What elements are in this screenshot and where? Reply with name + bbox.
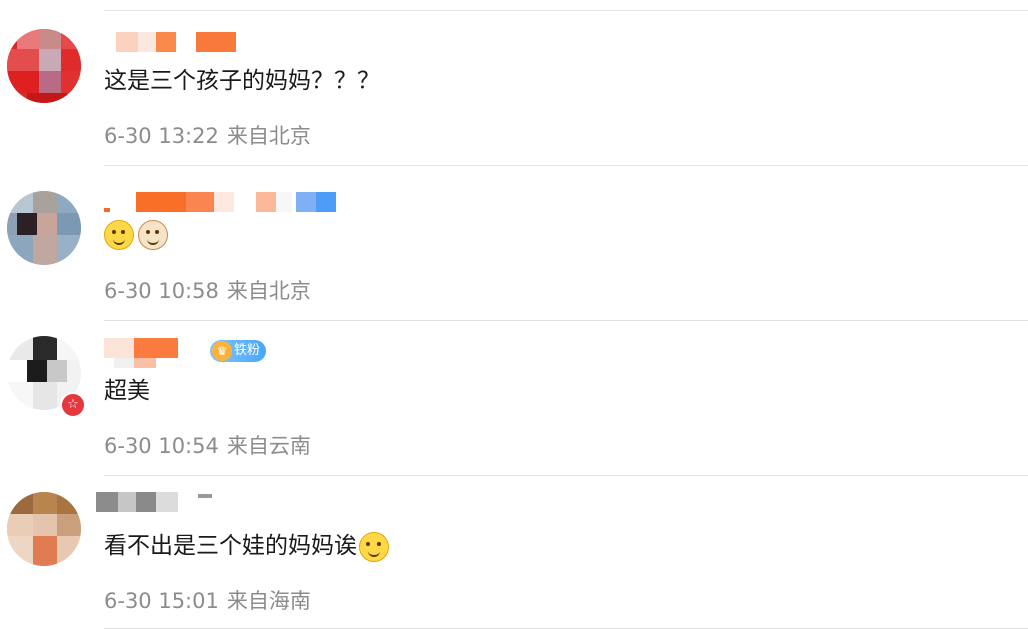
comment-location: 来自云南 — [226, 434, 311, 458]
crown-icon: ♛ — [212, 341, 232, 361]
comment-meta: 6-30 10:58 来自北京 — [104, 276, 311, 306]
verified-badge-icon: ☆ — [60, 392, 86, 418]
thinking-emoji-icon — [104, 219, 134, 250]
comment-time: 6-30 10:54 — [104, 434, 219, 458]
fan-badge[interactable]: ♛ 铁粉 — [210, 340, 267, 362]
comment-meta: 6-30 10:54 来自云南 — [104, 431, 311, 461]
comment-text: 这是三个孩子的妈妈？？？ — [104, 68, 380, 94]
comment-location: 来自北京 — [226, 279, 311, 303]
comment-text: 看不出是三个娃的妈妈诶 — [104, 529, 393, 563]
comment-location: 来自海南 — [226, 589, 311, 613]
comment-item[interactable]: 看不出是三个娃的妈妈诶 6-30 15:01 来自海南 — [0, 465, 1028, 620]
comment-time: 6-30 15:01 — [104, 589, 219, 613]
comment-text-content: 看不出是三个娃的妈妈诶 — [104, 533, 357, 559]
laughing-crying-emoji-icon — [359, 531, 389, 562]
comment-time: 6-30 10:58 — [104, 279, 219, 303]
comment-meta: 6-30 13:22 来自北京 — [104, 121, 311, 151]
comment-text: 超美 — [104, 378, 150, 404]
comment-item[interactable]: 这是三个孩子的妈妈？？？ 6-30 13:22 来自北京 — [0, 0, 1028, 155]
comment-item[interactable]: 6-30 10:58 来自北京 — [0, 155, 1028, 310]
avatar[interactable] — [7, 492, 81, 566]
avatar[interactable] — [7, 29, 81, 103]
comment-item[interactable]: 超美 6-30 10:54 来自云南 — [0, 310, 1028, 465]
comment-meta: 6-30 15:01 来自海南 — [104, 586, 311, 616]
comment-text — [104, 217, 172, 251]
comment-time: 6-30 13:22 — [104, 124, 219, 148]
cat-emoji-icon — [138, 219, 168, 250]
comment-location: 来自北京 — [226, 124, 311, 148]
fan-badge-label: 铁粉 — [234, 343, 261, 358]
avatar[interactable] — [7, 191, 81, 265]
divider — [104, 628, 1028, 629]
